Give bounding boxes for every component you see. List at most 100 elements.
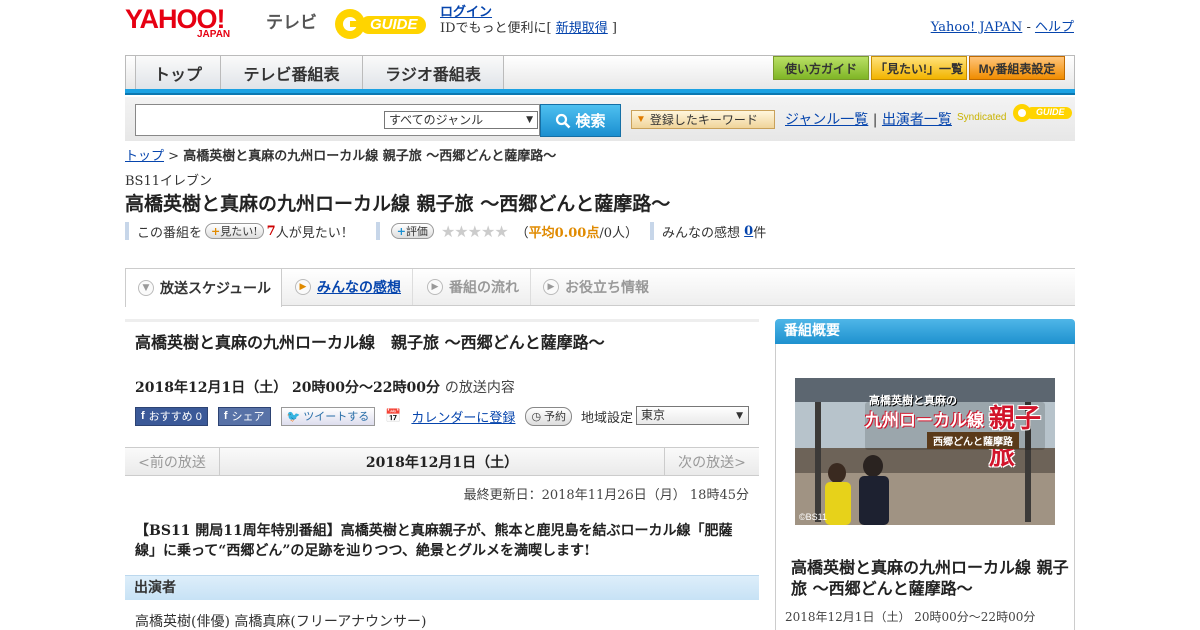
program-thumbnail: 高橋英樹と真麻の 九州ローカル線 親子旅 西郷どんと薩摩路 ©BS11 (795, 378, 1055, 525)
tab-schedule-label: 放送スケジュール (160, 281, 272, 297)
genre-selected: すべてのジャンル (389, 113, 484, 127)
episode-title: 高橋英樹と真麻の九州ローカル線 親子旅 ～西郷どんと薩摩路～ (135, 333, 605, 352)
want-prefix: この番組を (137, 225, 203, 241)
syndicated-label: Syndicated (957, 112, 1007, 123)
chevron-right-icon: ▶ (543, 279, 559, 295)
wantlist-button[interactable]: 「見たい!」一覧 (871, 56, 967, 80)
chevron-down-icon: ▼ (736, 411, 743, 421)
login-prompt: IDでもっと便利に[ (440, 21, 552, 36)
nav-underline (125, 89, 1075, 95)
tab-impressions[interactable]: ▶ みんなの感想 (283, 269, 413, 305)
link-divider: | (872, 112, 878, 128)
nav-tab-radio[interactable]: ラジオ番組表 (362, 56, 504, 90)
episode-description: 【BS11 開局11周年特別番組】高橋英樹と真麻親子が、熊本と鹿児島を結ぶローカ… (135, 523, 733, 559)
share-bar: f おすすめ 0 f シェア 🐦 ツイートする 📅 カレンダーに登録 ◷ 予約 (135, 406, 573, 426)
want-count: 7 (266, 223, 276, 239)
rate-button[interactable]: + 評価 (390, 223, 434, 239)
tweet-label: ツイートする (303, 411, 370, 423)
breadcrumb-current: 高橋英樹と真麻の九州ローカル線 親子旅 ～西郷どんと薩摩路～ (183, 149, 557, 164)
avg-score: 平均0.00点 (528, 225, 600, 241)
dropdown-triangle-icon: ▼ (636, 114, 646, 125)
divider (125, 222, 129, 240)
impressions-unit: 件 (753, 225, 767, 241)
region-value: 東京 (641, 408, 666, 422)
tab-flow[interactable]: ▶ 番組の流れ (415, 269, 531, 305)
syndicated-gguide-logo: GUIDE (1012, 102, 1074, 127)
register-link[interactable]: 新規取得 (556, 21, 608, 36)
prev-broadcast-link[interactable]: <前の放送 (125, 447, 220, 476)
want-button-label: 見たい! (220, 225, 258, 238)
keyword-button[interactable]: ▼ 登録したキーワード (631, 110, 775, 129)
chevron-down-icon: ▼ (526, 115, 533, 125)
next-broadcast-link[interactable]: 次の放送> (664, 447, 759, 476)
login-link[interactable]: ログイン (440, 5, 492, 20)
register-close: ] (607, 21, 618, 36)
tv-label: テレビ (266, 13, 317, 32)
fb-share-label: シェア (231, 411, 265, 423)
episode-date: 2018年12月1日（土） 20時00分～22時00分 の放送内容 (135, 377, 515, 397)
tab-useful-info-label: お役立ち情報 (565, 280, 649, 296)
guide-button[interactable]: 使い方ガイド (773, 56, 869, 80)
avg-open: （ (515, 225, 529, 241)
nav-tab-top[interactable]: トップ (135, 56, 220, 90)
program-actions: この番組を + 見たい! 7 人が見たい！ + 評価 ★★★★★ （平均0.00点/0… (125, 221, 766, 241)
keyword-button-label: 登録したキーワード (649, 113, 758, 127)
impressions-label: みんなの感想 (662, 225, 741, 241)
yahoo-japan-link[interactable]: Yahoo! JAPAN (931, 20, 1023, 35)
login-block: ログイン IDでもっと便利に[ 新規取得 ] (440, 5, 617, 37)
facebook-icon: f (141, 410, 145, 422)
tweet-button[interactable]: 🐦 ツイートする (280, 406, 376, 426)
facebook-icon: f (223, 410, 228, 422)
star-rating: ★★★★★ (440, 221, 509, 241)
search-button[interactable]: 検索 (540, 104, 621, 137)
breadcrumb-top-link[interactable]: トップ (125, 149, 164, 164)
plus-icon: + (211, 224, 221, 238)
syndicated-logo-text: GUIDE (1036, 107, 1065, 117)
calendar-link[interactable]: カレンダーに登録 (411, 407, 515, 426)
impressions-count-link[interactable]: 0 (744, 224, 753, 239)
breadcrumb-sep: > (164, 149, 184, 164)
gguide-text: GUIDE (370, 16, 418, 33)
fb-recommend-button[interactable]: f おすすめ 0 (135, 406, 208, 426)
genre-list-link[interactable]: ジャンル一覧 (785, 112, 868, 128)
avg-people: /0人） (599, 225, 638, 241)
channel-name: BS11イレブン (125, 174, 213, 189)
want-button[interactable]: + 見たい! (205, 223, 264, 239)
my-schedule-button[interactable]: My番組表設定 (969, 56, 1065, 80)
help-link[interactable]: ヘルプ (1035, 20, 1074, 35)
cast-list: 高橋英樹(俳優) 高橋真麻(フリーアナウンサー) (135, 614, 427, 630)
last-updated: 最終更新日：2018年11月26日（月） 18時45分 (463, 488, 749, 503)
genre-select[interactable]: すべてのジャンル ▼ (384, 111, 538, 129)
thumb-title-line: 九州ローカル線 (865, 411, 984, 431)
divider (375, 222, 380, 240)
performer-list-link[interactable]: 出演者一覧 (882, 112, 952, 128)
tab-schedule[interactable]: ▼ 放送スケジュール (125, 269, 282, 307)
divider (650, 222, 654, 240)
cast-heading: 出演者 (125, 575, 759, 600)
rate-button-label: 評価 (405, 225, 428, 238)
breadcrumb: トップ > 高橋英樹と真麻の九州ローカル線 親子旅 ～西郷どんと薩摩路～ (125, 145, 556, 164)
want-suffix: 人が見たい！ (275, 225, 354, 241)
link-separator: - (1022, 20, 1035, 35)
overview-date: 2018年12月1日（土） 20時00分～22時00分 (785, 610, 1036, 624)
chevron-right-icon: ▶ (427, 279, 443, 295)
top-links: Yahoo! JAPAN - ヘルプ (931, 16, 1074, 35)
reserve-label: 予約 (544, 411, 567, 423)
thumb-credit: ©BS11 (799, 512, 827, 522)
nav-tab-tv[interactable]: テレビ番組表 (220, 56, 362, 90)
reserve-button[interactable]: ◷ 予約 (525, 406, 573, 426)
calendar-icon: 📅 (385, 408, 402, 424)
overview-title: 高橋英樹と真麻の九州ローカル線 親子旅 ～西郷どんと薩摩路～ (791, 558, 1069, 598)
search-links: ジャンル一覧 | 出演者一覧 (785, 109, 952, 129)
yahoo-japan-sublogo: JAPAN (197, 29, 231, 40)
search-button-label: 検索 (575, 113, 606, 130)
episode-datetime: 2018年12月1日（土） 20時00分～22時00分 (135, 380, 440, 396)
fb-share-button[interactable]: f シェア (217, 406, 271, 426)
region-select[interactable]: 東京 ▼ (636, 406, 749, 425)
overview-heading: 番組概要 (775, 319, 1075, 344)
gguide-logo[interactable]: GUIDE (334, 6, 432, 42)
region-label: 地域設定 (581, 411, 634, 426)
tab-useful-info[interactable]: ▶ お役立ち情報 (531, 269, 671, 305)
episode-date-suffix: の放送内容 (444, 380, 515, 396)
twitter-icon: 🐦 (286, 410, 301, 423)
